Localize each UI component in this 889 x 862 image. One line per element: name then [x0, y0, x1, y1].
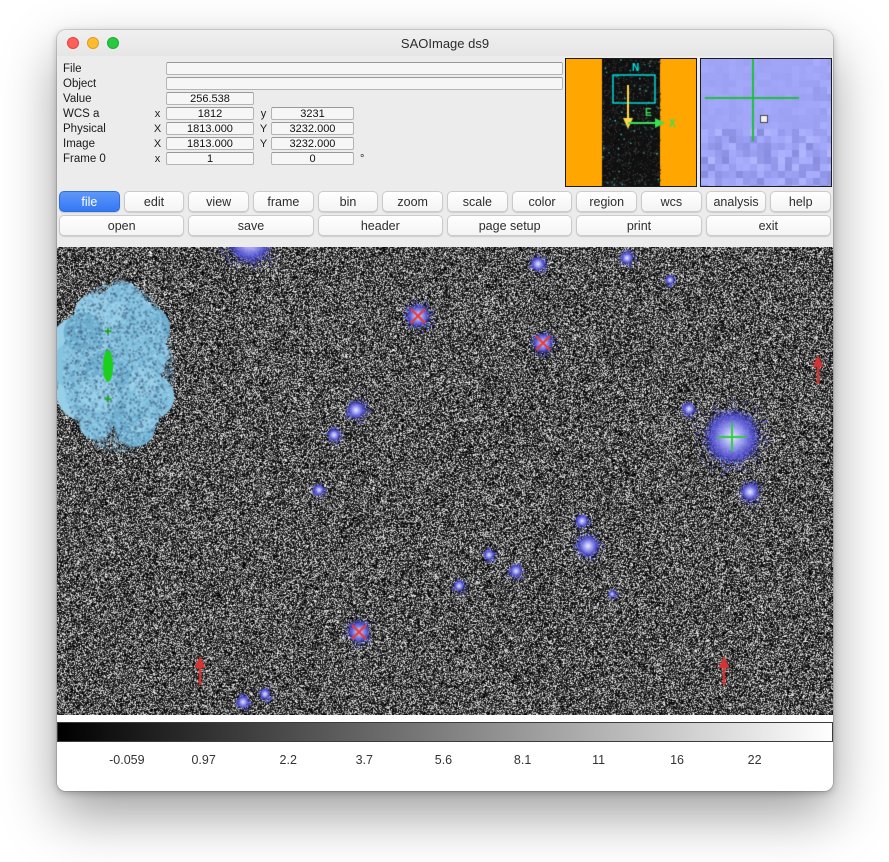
info-panel: File Object Value 256.538 WCS a x 1812 y… [63, 61, 563, 166]
physical-x-field[interactable]: 1813.000 [166, 122, 254, 135]
info-row-wcs: WCS a x 1812 y 3231 [63, 106, 563, 121]
menu-button-save[interactable]: save [188, 215, 313, 236]
colorbar-gradient[interactable] [57, 722, 833, 742]
wcs-x-label: x [152, 108, 163, 120]
file-field[interactable] [166, 62, 563, 75]
menu-button-zoom[interactable]: zoom [382, 191, 443, 212]
info-row-frame: Frame 0 x 1 0 ° [63, 151, 563, 166]
window-title: SAOImage ds9 [57, 36, 833, 51]
value-label: Value [63, 93, 152, 105]
main-image-canvas[interactable] [57, 247, 833, 715]
colorbar-tick-label: 8.1 [514, 753, 531, 767]
frame-x-label: x [152, 153, 163, 165]
object-label: Object [63, 78, 152, 90]
menu-button-view[interactable]: view [188, 191, 249, 212]
info-row-file: File [63, 61, 563, 76]
menu-button-region[interactable]: region [576, 191, 637, 212]
magnifier [700, 58, 832, 187]
menu-button-print[interactable]: print [576, 215, 701, 236]
panner[interactable] [565, 58, 697, 187]
physical-y-label: Y [258, 123, 269, 135]
image-x-field[interactable]: 1813.000 [166, 137, 254, 150]
file-label: File [63, 63, 152, 75]
menu-button-header[interactable]: header [318, 215, 443, 236]
panner-canvas[interactable] [566, 59, 696, 186]
menu-button-file[interactable]: file [59, 191, 120, 212]
menu-button-page-setup[interactable]: page setup [447, 215, 572, 236]
wcs-y-field[interactable]: 3231 [271, 107, 354, 120]
physical-y-field[interactable]: 3232.000 [271, 122, 354, 135]
colorbar-tick-label: 3.7 [356, 753, 373, 767]
info-row-physical: Physical X 1813.000 Y 3232.000 [63, 121, 563, 136]
menu-button-bin[interactable]: bin [318, 191, 379, 212]
menu-button-help[interactable]: help [770, 191, 831, 212]
info-row-object: Object [63, 76, 563, 91]
menu-button-analysis[interactable]: analysis [706, 191, 767, 212]
physical-label: Physical [63, 123, 152, 135]
colorbar-tick-label: 22 [748, 753, 762, 767]
image-display-area [57, 247, 833, 715]
close-button[interactable] [67, 37, 79, 49]
desktop: SAOImage ds9 File Object Value 256.538 W… [0, 0, 889, 862]
info-row-value: Value 256.538 [63, 91, 563, 106]
image-y-label: Y [258, 138, 269, 150]
ds9-window: SAOImage ds9 File Object Value 256.538 W… [57, 30, 833, 791]
traffic-lights [67, 37, 119, 49]
colorbar-tick-label: 0.97 [191, 753, 215, 767]
frame-label: Frame 0 [63, 153, 152, 165]
menu-button-frame[interactable]: frame [253, 191, 314, 212]
menu-button-exit[interactable]: exit [706, 215, 831, 236]
physical-x-label: X [152, 123, 163, 135]
menu-button-open[interactable]: open [59, 215, 184, 236]
info-row-image: Image X 1813.000 Y 3232.000 [63, 136, 563, 151]
menu-button-wcs[interactable]: wcs [641, 191, 702, 212]
frame-zoom-field[interactable]: 1 [166, 152, 254, 165]
fullscreen-button[interactable] [107, 37, 119, 49]
menu-button-scale[interactable]: scale [447, 191, 508, 212]
file-submenu-row: open save header page setup print exit [59, 215, 831, 237]
colorbar-tick-label: 11 [592, 753, 605, 767]
main-menu-row: file edit view frame bin zoom scale colo… [59, 191, 831, 213]
colorbar-tick-label: 2.2 [280, 753, 297, 767]
menu-button-color[interactable]: color [512, 191, 573, 212]
image-x-label: X [152, 138, 163, 150]
colorbar-tick-label: 16 [670, 753, 684, 767]
magnifier-canvas [701, 59, 831, 186]
colorbar-tick-label: 5.6 [435, 753, 452, 767]
frame-angle-field[interactable]: 0 [271, 152, 354, 165]
minimize-button[interactable] [87, 37, 99, 49]
menu-button-edit[interactable]: edit [124, 191, 185, 212]
frame-angle-unit: ° [360, 153, 364, 165]
image-y-field[interactable]: 3232.000 [271, 137, 354, 150]
value-field[interactable]: 256.538 [166, 92, 254, 105]
titlebar[interactable]: SAOImage ds9 [57, 30, 833, 56]
colorbar-labels: -0.059 0.97 2.2 3.7 5.6 8.1 11 16 22 [57, 753, 833, 769]
wcs-label: WCS a [63, 108, 152, 120]
colorbar-zone: -0.059 0.97 2.2 3.7 5.6 8.1 11 16 22 [57, 715, 833, 791]
wcs-y-label: y [258, 108, 269, 120]
image-label: Image [63, 138, 152, 150]
colorbar-tick-label: -0.059 [109, 753, 144, 767]
wcs-x-field[interactable]: 1812 [166, 107, 254, 120]
object-field[interactable] [166, 77, 563, 90]
